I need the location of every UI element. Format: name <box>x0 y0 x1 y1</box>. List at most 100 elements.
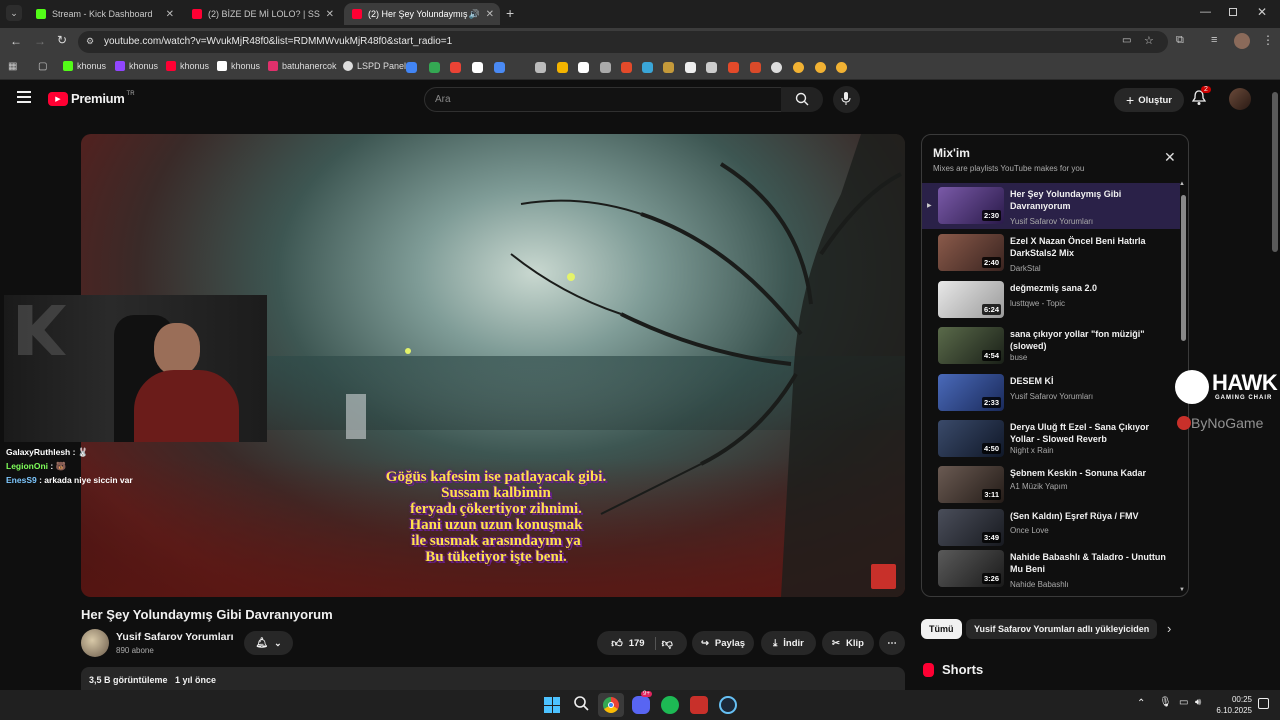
reload-icon[interactable]: ↻ <box>57 33 67 47</box>
mix-item[interactable]: 3:11 Şebnem Keskin - Sonuna Kadar A1 Müz… <box>922 462 1180 508</box>
bookmark-icon[interactable] <box>706 62 717 73</box>
bookmark-star-icon[interactable]: ☆ <box>1144 34 1154 47</box>
minimize-button[interactable]: — <box>1200 6 1211 18</box>
youtube-premium-logo[interactable]: ▶ Premium TR <box>48 91 135 106</box>
like-button[interactable]: 👍︎ 179 <box>611 636 656 650</box>
bookmark-x[interactable]: khonus <box>217 61 260 71</box>
hamburger-menu-icon[interactable] <box>17 91 31 103</box>
clock-time: 00:25 <box>1231 695 1252 704</box>
sponsor-sub: GAMING CHAIR <box>1215 395 1273 401</box>
new-tab-button[interactable]: + <box>506 5 514 21</box>
bookmark-kick[interactable]: khonus <box>63 61 106 71</box>
mix-item[interactable]: 2:33 DESEM Kİ Yusif Safarov Yorumları <box>922 370 1180 416</box>
close-window-button[interactable]: ✕ <box>1257 5 1267 19</box>
channel-avatar[interactable] <box>81 629 109 657</box>
bookmark-icon[interactable] <box>750 62 761 73</box>
tab-ssriders[interactable]: (2) BİZE DE Mİ LOLO? | SSriders ✕ <box>184 3 340 25</box>
channel-name[interactable]: Yusif Safarov Yorumları <box>116 631 234 643</box>
mix-item-title: DESEM Kİ <box>1010 376 1054 386</box>
cast-icon[interactable]: ▭ <box>1122 35 1131 46</box>
mix-item[interactable]: 4:50 Derya Uluğ ft Ezel - Sana Çıkıyor Y… <box>922 416 1180 462</box>
back-icon[interactable]: ← <box>10 34 22 48</box>
voice-search-button[interactable] <box>833 86 860 113</box>
notification-center-icon[interactable] <box>1258 698 1269 709</box>
bookmark-icon[interactable] <box>429 62 440 73</box>
volume-icon[interactable]: 🔊︎ <box>1195 697 1201 708</box>
bookmark-icon[interactable] <box>472 62 483 73</box>
tray-chevron-icon[interactable]: ⌃ <box>1137 698 1145 709</box>
subscribed-button[interactable]: 🔔︎ ⌄ <box>244 631 293 655</box>
share-button[interactable]: ↪ Paylaş <box>692 631 754 655</box>
bookmark-icon[interactable] <box>771 62 782 73</box>
close-icon[interactable]: ✕ <box>486 9 494 20</box>
clip-button[interactable]: ✂ Klip <box>822 631 874 655</box>
mix-scrollbar[interactable] <box>1181 195 1186 341</box>
mix-item[interactable]: 6:24 değmezmiş sana 2.0 lusttqwe - Topic <box>922 277 1180 323</box>
page-scrollbar[interactable] <box>1272 92 1278 252</box>
account-avatar[interactable] <box>1229 88 1251 110</box>
dislike-button[interactable]: 👎︎ <box>662 637 673 650</box>
chip-uploader[interactable]: Yusif Safarov Yorumları adlı yükleyicide… <box>966 619 1158 639</box>
bookmark-icon[interactable] <box>728 62 739 73</box>
bookmark-icon[interactable] <box>600 62 611 73</box>
bookmark-icon[interactable] <box>557 62 568 73</box>
site-info-icon[interactable]: ⚙ <box>86 36 94 47</box>
steam-icon[interactable] <box>719 696 737 714</box>
spotify-icon[interactable] <box>661 696 679 714</box>
address-bar[interactable]: ⚙ youtube.com/watch?v=WvukMjR48f0&list=R… <box>78 31 1168 53</box>
restore-button[interactable] <box>1229 8 1237 16</box>
tab-search-button[interactable]: ⌄ <box>6 5 22 21</box>
network-icon[interactable]: ▭ <box>1179 697 1188 708</box>
close-icon[interactable]: ✕ <box>1164 149 1176 166</box>
app-icon[interactable] <box>690 696 708 714</box>
bookmark-icon[interactable] <box>685 62 696 73</box>
close-icon[interactable]: ✕ <box>166 9 174 20</box>
tab-kick-dashboard[interactable]: Stream - Kick Dashboard ✕ <box>28 3 180 25</box>
mix-item[interactable]: 2:40 Ezel X Nazan Öncel Beni Hatırla Dar… <box>922 230 1180 276</box>
bookmark-icon[interactable] <box>815 62 826 73</box>
start-button[interactable] <box>544 697 560 713</box>
bookmark-icon[interactable] <box>494 62 505 73</box>
bookmark-icon[interactable] <box>578 62 589 73</box>
bookmark-icon[interactable] <box>663 62 674 73</box>
more-actions-button[interactable]: ⋯ <box>879 631 905 655</box>
search-button[interactable] <box>781 87 823 112</box>
speaker-icon[interactable]: 🔊 <box>469 9 480 20</box>
mix-item[interactable]: 4:54 sana çıkıyor yollar "fon müziği" (s… <box>922 323 1180 369</box>
clock[interactable]: 00:25 6.10.2025 <box>1212 694 1252 716</box>
apps-icon[interactable]: ▦ <box>8 61 17 72</box>
bookmark-youtube[interactable]: khonus <box>166 61 209 71</box>
chip-all[interactable]: Tümü <box>921 619 962 639</box>
chevron-right-icon[interactable]: › <box>1167 621 1171 636</box>
bookmark-icon[interactable] <box>450 62 461 73</box>
media-controls-icon[interactable]: ≡ <box>1211 34 1217 46</box>
notifications-button[interactable]: 2 <box>1192 86 1211 106</box>
bookmark-icon[interactable] <box>642 62 653 73</box>
discord-icon[interactable]: 9+ <box>632 691 652 714</box>
menu-icon[interactable]: ⋮ <box>1262 33 1274 47</box>
bookmark-twitch[interactable]: khonus <box>115 61 158 71</box>
forward-icon[interactable]: → <box>34 34 46 48</box>
search-taskbar-button[interactable] <box>573 695 589 711</box>
search-input[interactable]: Ara <box>424 87 782 112</box>
bookmark-icon[interactable] <box>406 62 417 73</box>
download-button[interactable]: ⤓ İndir <box>761 631 816 655</box>
bookmark-icon[interactable] <box>535 62 546 73</box>
microphone-tray-icon[interactable]: 🎙︎ <box>1159 697 1172 708</box>
tab-her-sey-yolundaymis[interactable]: (2) Her Şey Yolundaymış Gibi 🔊 ✕ <box>344 3 500 25</box>
extensions-icon[interactable]: ⧉ <box>1176 34 1184 47</box>
bookmark-lspd[interactable]: LSPD Panel <box>343 61 406 71</box>
bookmark-instagram[interactable]: batuhanercok <box>268 61 337 71</box>
bookmark-icon[interactable] <box>836 62 847 73</box>
close-icon[interactable]: ✕ <box>326 9 334 20</box>
mix-item[interactable]: 3:49 (Sen Kaldın) Eşref Rüya / FMV Once … <box>922 505 1180 551</box>
create-button[interactable]: + Oluştur <box>1114 88 1184 112</box>
mix-item[interactable]: ▶ 2:30 Her Şey Yolundaymış Gibi Davranıy… <box>922 183 1180 229</box>
mix-item[interactable]: 3:26 Nahide Babashlı & Taladro - Unuttun… <box>922 546 1180 592</box>
bookmark-icon[interactable] <box>621 62 632 73</box>
subscribe-watermark[interactable] <box>871 564 896 589</box>
profile-avatar[interactable] <box>1234 33 1250 49</box>
chrome-taskbar-button[interactable] <box>598 693 624 717</box>
bookmark-icon[interactable] <box>793 62 804 73</box>
folder-icon[interactable]: ▢ <box>38 61 47 72</box>
